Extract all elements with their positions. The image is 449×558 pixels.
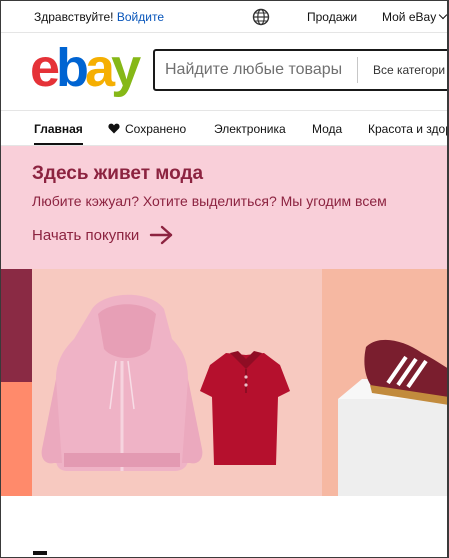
sneaker-illustration bbox=[338, 339, 449, 496]
prev-slide-preview bbox=[0, 269, 32, 382]
nav-active-underline bbox=[34, 143, 83, 145]
greeting: Здравствуйте! Войдите bbox=[34, 10, 164, 24]
nav-home[interactable]: Главная bbox=[34, 122, 83, 136]
clothes-image bbox=[32, 269, 322, 496]
clothes-illustration bbox=[41, 294, 290, 471]
nav-electronics[interactable]: Электроника bbox=[214, 122, 286, 136]
section-heading-mark bbox=[33, 551, 47, 555]
search-input[interactable] bbox=[155, 51, 357, 89]
promo-banner: Здесь живет мода Любите кэжуал? Хотите в… bbox=[0, 146, 449, 269]
globe-icon[interactable] bbox=[252, 8, 270, 26]
shop-now-label: Начать покупки bbox=[32, 227, 140, 244]
ebay-logo[interactable]: ebay bbox=[30, 40, 152, 98]
top-utility-bar: Здравствуйте! Войдите Продажи Мой eBay bbox=[0, 0, 449, 33]
category-nav: Главная Сохранено Электроника Мода Красо… bbox=[0, 111, 449, 146]
nav-saved[interactable]: Сохранено bbox=[108, 122, 186, 136]
sell-link[interactable]: Продажи bbox=[307, 10, 357, 24]
promo-title: Здесь живет мода bbox=[32, 163, 204, 184]
heart-icon bbox=[108, 123, 120, 134]
nav-beauty[interactable]: Красота и здор bbox=[368, 122, 449, 136]
svg-text:ebay: ebay bbox=[30, 40, 141, 98]
shop-now-button[interactable]: Начать покупки bbox=[32, 225, 175, 245]
my-ebay-label: Мой eBay bbox=[382, 10, 437, 24]
polo-shirt-image bbox=[200, 351, 290, 465]
greeting-text: Здравствуйте! bbox=[34, 10, 114, 24]
nav-fashion[interactable]: Мода bbox=[312, 122, 342, 136]
signin-link[interactable]: Войдите bbox=[117, 10, 164, 24]
sneaker-image bbox=[322, 269, 449, 496]
search-divider bbox=[357, 57, 358, 83]
promo-subtitle: Любите кэжуал? Хотите выделиться? Мы уго… bbox=[32, 193, 387, 209]
my-ebay-menu[interactable]: Мой eBay bbox=[382, 10, 448, 24]
nav-saved-label: Сохранено bbox=[125, 122, 187, 136]
hero-carousel[interactable] bbox=[0, 269, 449, 496]
hoodie-image bbox=[41, 294, 203, 471]
category-select[interactable]: Все категори bbox=[373, 63, 445, 77]
search-bar: Все категори bbox=[153, 49, 449, 91]
prev-slide-preview-bottom bbox=[0, 382, 32, 496]
arrow-right-icon bbox=[150, 225, 173, 245]
chevron-down-icon bbox=[438, 10, 448, 20]
